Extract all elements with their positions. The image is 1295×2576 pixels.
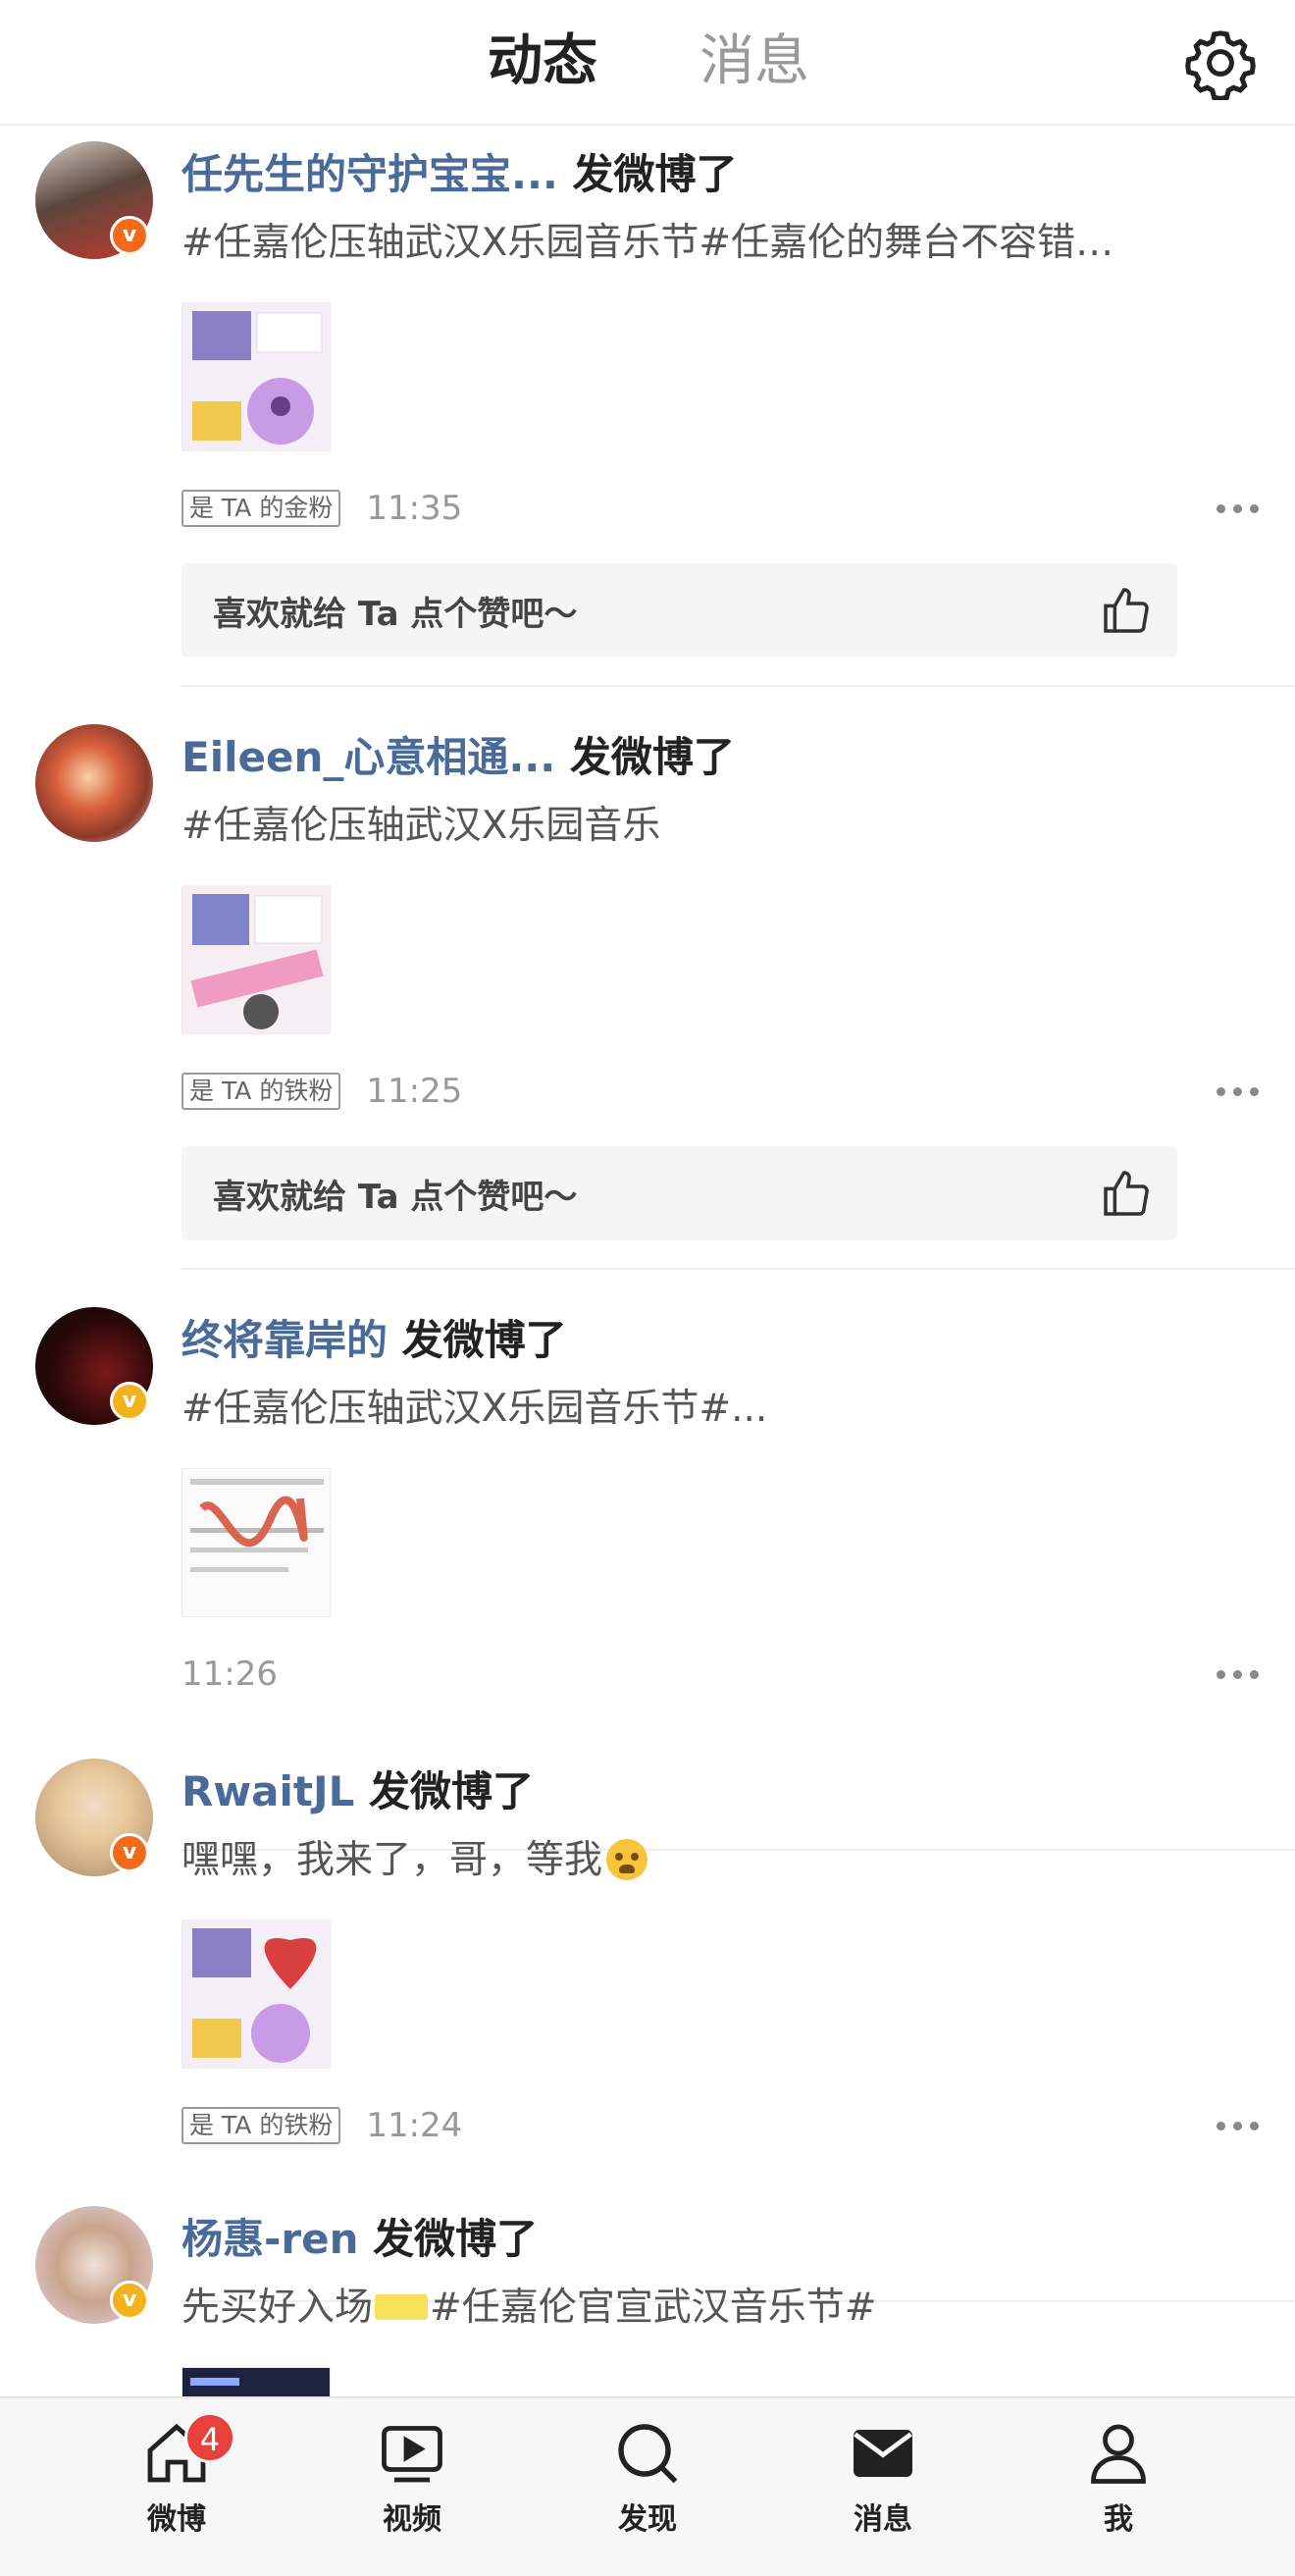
more-options-icon[interactable] (1217, 499, 1260, 518)
like-prompt-text: 喜欢就给 Ta 点个赞吧～ (213, 1178, 578, 1217)
tabbar-item-discover[interactable]: 发现 (579, 2418, 716, 2565)
verified-badge-icon: v (110, 1833, 149, 1872)
post-image-thumbnail[interactable] (181, 302, 331, 451)
fan-level-badge: 是 TA 的铁粉 (181, 1073, 341, 1110)
post-title: 任先生的守护宝宝... 发微博了 (181, 150, 738, 198)
crying-face-emoji-icon (606, 1839, 648, 1880)
mail-icon (854, 2430, 912, 2477)
top-nav: 动态 消息 (0, 0, 1295, 126)
post-time: 11:24 (366, 2106, 463, 2145)
post-meta: 是 TA 的金粉 11:35 (181, 489, 462, 528)
more-options-icon[interactable] (1217, 1081, 1260, 1101)
post-title: 杨惠-ren 发微博了 (181, 2215, 539, 2263)
username-link[interactable]: Eileen_心意相通... (181, 733, 555, 781)
item-divider (181, 685, 1295, 687)
more-options-icon[interactable] (1217, 1664, 1260, 1684)
username-link[interactable]: 终将靠岸的 (181, 1316, 388, 1364)
post-meta: 11:26 (181, 1655, 278, 1694)
verified-badge-icon: v (110, 2281, 149, 2320)
post-text[interactable]: 嘿嘿，我来了，哥，等我 (181, 1835, 648, 1886)
gear-icon[interactable] (1183, 26, 1258, 100)
video-icon (382, 2426, 442, 2483)
post-time: 11:26 (181, 1655, 278, 1694)
tabbar-item-messages[interactable]: 消息 (814, 2418, 952, 2565)
avatar[interactable] (35, 724, 153, 842)
username-link[interactable]: 任先生的守护宝宝... (181, 150, 558, 198)
profile-icon (1091, 2424, 1146, 2484)
post-time: 11:25 (366, 1072, 463, 1111)
like-prompt-bar[interactable]: 喜欢就给 Ta 点个赞吧～ (181, 1146, 1177, 1240)
username-link[interactable]: 杨惠-ren (181, 2215, 359, 2263)
search-icon (618, 2424, 678, 2484)
verified-badge-icon: v (110, 1382, 149, 1421)
tab-messages[interactable]: 消息 (699, 27, 809, 96)
thumbs-up-icon[interactable] (1099, 583, 1154, 638)
bottom-tab-bar: 4 微博 视频 发现 消息 我 (0, 2396, 1295, 2576)
post-title: 终将靠岸的 发微博了 (181, 1316, 567, 1364)
tabbar-item-me[interactable]: 我 (1050, 2418, 1187, 2565)
tabbar-item-weibo[interactable]: 4 微博 (108, 2412, 245, 2565)
tab-dynamics[interactable]: 动态 (488, 27, 597, 96)
like-prompt-bar[interactable]: 喜欢就给 Ta 点个赞吧～ (181, 563, 1177, 657)
post-time: 11:35 (366, 489, 463, 528)
fan-level-badge: 是 TA 的金粉 (181, 490, 341, 527)
post-text[interactable]: #任嘉伦压轴武汉X乐园音乐节#... (181, 1384, 767, 1435)
post-title: RwaitJL 发微博了 (181, 1767, 534, 1815)
post-text[interactable]: #任嘉伦压轴武汉X乐园音乐节#任嘉伦的舞台不容错… (181, 218, 1114, 269)
verified-badge-icon: v (110, 216, 149, 255)
post-text[interactable]: 先买好入场 #任嘉伦官宣武汉音乐节# (181, 2283, 876, 2334)
more-options-icon[interactable] (1217, 2116, 1260, 2135)
post-text[interactable]: #任嘉伦压轴武汉X乐园音乐 (181, 801, 660, 852)
post-image-thumbnail[interactable] (181, 885, 331, 1034)
username-link[interactable]: RwaitJL (181, 1767, 354, 1815)
post-title: Eileen_心意相通... 发微博了 (181, 733, 735, 781)
post-image-thumbnail[interactable] (181, 1468, 331, 1617)
like-prompt-text: 喜欢就给 Ta 点个赞吧～ (213, 595, 578, 634)
post-meta: 是 TA 的铁粉 11:25 (181, 1072, 462, 1111)
post-meta: 是 TA 的铁粉 11:24 (181, 2106, 462, 2145)
item-divider (181, 1268, 1295, 1270)
notification-badge: 4 (184, 2412, 235, 2463)
fan-level-badge: 是 TA 的铁粉 (181, 2107, 341, 2144)
ticket-emoji-icon (375, 2294, 429, 2320)
post-image-thumbnail[interactable] (181, 1919, 331, 2069)
tabbar-item-video[interactable]: 视频 (343, 2418, 481, 2565)
thumbs-up-icon[interactable] (1099, 1166, 1154, 1221)
